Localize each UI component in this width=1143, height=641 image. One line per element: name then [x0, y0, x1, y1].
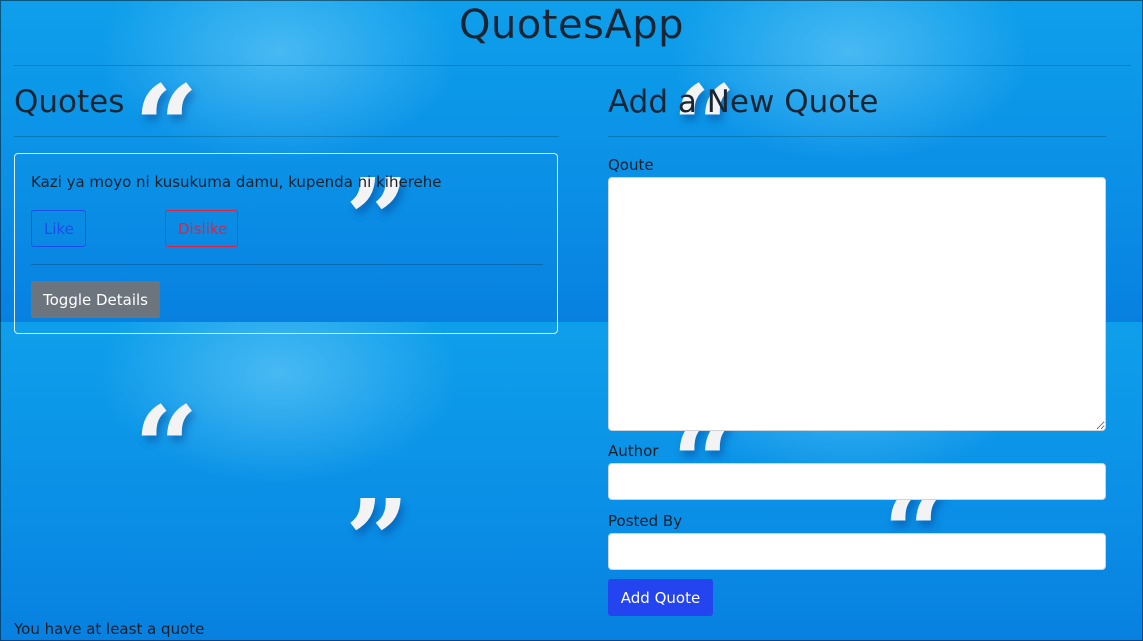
toggle-details-button[interactable]: Toggle Details	[31, 281, 160, 318]
author-input[interactable]	[608, 463, 1106, 500]
quote-textarea[interactable]	[608, 177, 1106, 431]
quote-text: Kazi ya moyo ni kusukuma damu, kupenda n…	[31, 173, 442, 191]
dislike-button[interactable]: Dislike	[165, 210, 238, 247]
form-divider	[608, 136, 1106, 137]
quote-count-status: You have at least a quote	[14, 620, 205, 638]
posted-by-input[interactable]	[608, 533, 1106, 570]
quotes-heading: Quotes	[14, 84, 125, 120]
card-divider	[31, 264, 543, 265]
author-field-label: Author	[608, 442, 659, 460]
form-heading: Add a New Quote	[608, 84, 879, 120]
add-quote-button[interactable]: Add Quote	[608, 579, 713, 616]
app-title: QuotesApp	[458, 2, 685, 48]
quote-field-label: Qoute	[608, 156, 654, 174]
posted-by-field-label: Posted By	[608, 512, 683, 530]
like-button[interactable]: Like	[31, 210, 86, 247]
quote-card: Kazi ya moyo ni kusukuma damu, kupenda n…	[14, 153, 558, 334]
header-divider	[14, 65, 1131, 66]
background-tile	[0, 322, 580, 641]
quotes-divider	[14, 136, 559, 137]
